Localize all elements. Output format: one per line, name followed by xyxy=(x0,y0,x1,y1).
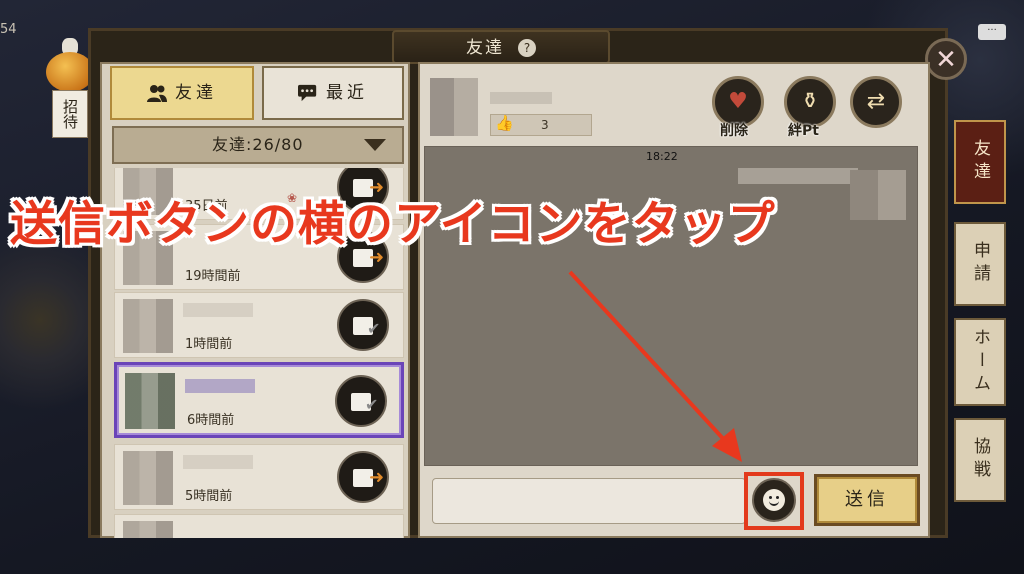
bottle-icon: ⚱ xyxy=(800,89,820,114)
last-login-time: 6時間前 xyxy=(187,413,235,428)
last-login-time: 5時間前 xyxy=(185,489,233,504)
friend-name-pixelated xyxy=(490,92,552,104)
close-button[interactable]: ✕ xyxy=(925,38,967,80)
invite-label: 招待 xyxy=(52,90,88,138)
chat-timestamp: 18:22 xyxy=(646,150,678,163)
received-gift-button[interactable]: ✔ xyxy=(335,375,387,427)
avatar xyxy=(123,521,173,538)
friend-avatar[interactable] xyxy=(430,78,478,136)
check-icon: ✔ xyxy=(365,395,379,414)
send-gift-button[interactable]: ➜ xyxy=(337,451,389,503)
like-counter: 👍 3 xyxy=(490,114,592,136)
list-item[interactable]: 6時間前 ✔ xyxy=(114,362,404,438)
chat-notification-icon[interactable]: ··· xyxy=(978,24,1006,40)
side-tab-home[interactable]: ホーム xyxy=(954,318,1006,406)
check-icon: ✔ xyxy=(367,319,381,338)
friend-name-pixelated xyxy=(183,303,253,317)
last-login-time: 1時間前 xyxy=(185,337,233,352)
list-item[interactable]: 5時間前 ➜ xyxy=(114,444,404,510)
help-icon[interactable]: ? xyxy=(518,39,536,57)
window-title-bar: 友達? xyxy=(392,30,610,64)
chat-bubble-icon xyxy=(298,84,317,102)
message-input[interactable] xyxy=(432,478,746,524)
friends-count-label: 友達:26/80 xyxy=(212,135,304,154)
lucky-bag-icon xyxy=(46,52,94,92)
tutorial-caption: 送信ボタンの横のアイコンをタップ xyxy=(10,197,776,252)
send-button[interactable]: 送信 xyxy=(814,474,920,526)
swap-button[interactable]: ⇄ xyxy=(850,76,902,128)
chat-message-pixelated xyxy=(738,168,858,184)
window-title: 友達 xyxy=(466,38,504,58)
tab-recent-label: 最近 xyxy=(326,83,368,103)
list-item[interactable]: 1時間前 ✔ xyxy=(114,292,404,358)
friend-name-pixelated xyxy=(183,455,253,469)
tab-friends-label: 友達 xyxy=(175,83,217,103)
last-login-time: 19時間前 xyxy=(185,269,241,284)
tab-friends[interactable]: 友達 xyxy=(110,66,254,120)
people-icon xyxy=(147,85,167,102)
swap-arrows-icon: ⇄ xyxy=(866,89,886,114)
avatar xyxy=(123,299,173,353)
side-tab-coop[interactable]: 協戦 xyxy=(954,418,1006,502)
tab-recent[interactable]: 最近 xyxy=(262,66,404,120)
list-item[interactable] xyxy=(114,514,404,538)
received-gift-button[interactable]: ✔ xyxy=(337,299,389,351)
like-count: 3 xyxy=(541,118,549,132)
avatar xyxy=(123,451,173,505)
close-icon: ✕ xyxy=(935,45,957,75)
arrow-right-icon: ➜ xyxy=(369,467,385,488)
avatar xyxy=(125,373,175,429)
bond-label: 絆Pt xyxy=(788,123,819,139)
corner-number: 54 xyxy=(0,22,17,37)
dropdown-triangle-icon xyxy=(364,139,386,151)
emoji-button-highlight xyxy=(744,472,804,530)
friend-name-pixelated xyxy=(185,379,255,393)
friends-count-dropdown[interactable]: 友達:26/80 xyxy=(112,126,404,164)
thumbs-up-icon: 👍 xyxy=(495,114,514,132)
delete-label: 削除 xyxy=(720,123,748,139)
broken-heart-icon: ♥ xyxy=(728,89,748,114)
